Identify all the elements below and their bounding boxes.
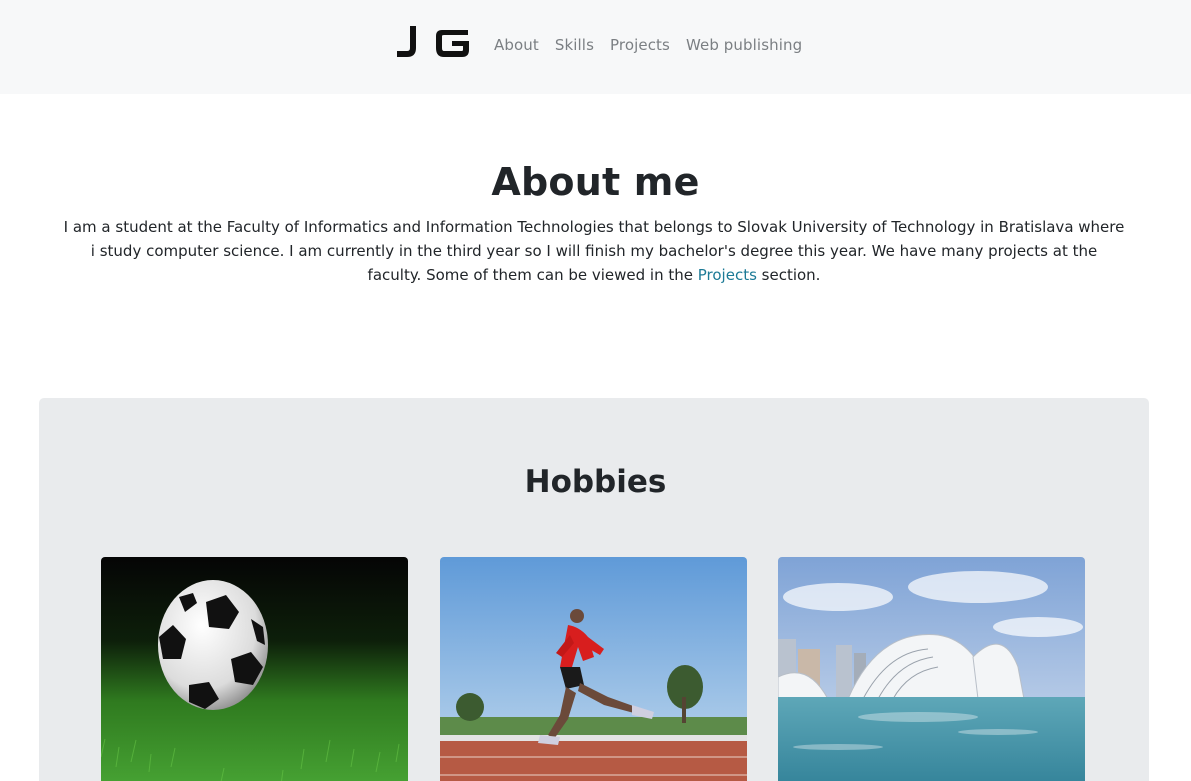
jg-logo[interactable] [396, 24, 470, 60]
nav-web-publishing[interactable]: Web publishing [686, 36, 802, 54]
hobbies-title: Hobbies [524, 464, 667, 500]
about-text-main: I am a student at the Faculty of Informa… [63, 218, 1125, 284]
nav-projects[interactable]: Projects [610, 36, 670, 54]
about-text: I am a student at the Faculty of Informa… [62, 215, 1126, 287]
about-title: About me [491, 160, 700, 204]
about-text-end: section. [756, 266, 821, 284]
nav-skills[interactable]: Skills [555, 36, 594, 54]
projects-link[interactable]: Projects [698, 266, 757, 284]
soccer-ball-image [101, 557, 408, 781]
navbar: About Skills Projects Web publishing [0, 0, 1191, 94]
runner-image [440, 557, 747, 781]
nav-links: About Skills Projects Web publishing [494, 36, 818, 54]
nav-about[interactable]: About [494, 36, 539, 54]
architecture-image [778, 557, 1085, 781]
